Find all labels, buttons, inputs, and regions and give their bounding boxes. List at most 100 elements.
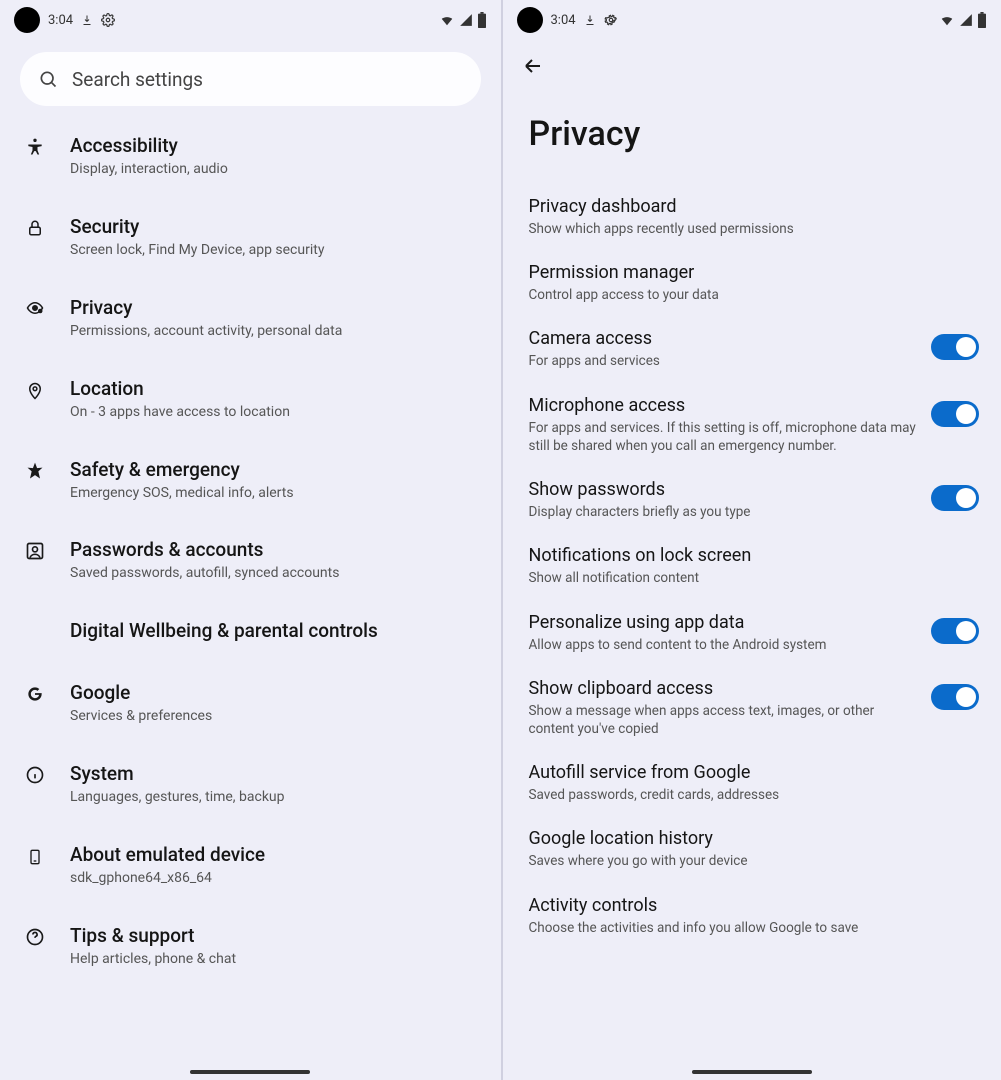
row-sub: sdk_gphone64_x86_64 <box>70 869 479 888</box>
search-placeholder: Search settings <box>72 68 203 91</box>
settings-item-passwords[interactable]: Passwords & accounts Saved passwords, au… <box>0 520 501 601</box>
accessibility-icon <box>22 134 48 157</box>
status-bar-left: 3:04 <box>0 0 501 40</box>
settings-item-accessibility[interactable]: Accessibility Display, interaction, audi… <box>0 116 501 197</box>
privacy-icon <box>22 296 48 317</box>
status-time: 3:04 <box>551 13 576 28</box>
row-title: Camera access <box>529 328 918 349</box>
download-icon <box>584 14 596 26</box>
row-sub: Services & preferences <box>70 707 479 726</box>
row-sub: Saved passwords, autofill, synced accoun… <box>70 564 479 583</box>
show-passwords-toggle[interactable] <box>931 485 979 511</box>
location-icon <box>22 377 48 402</box>
row-title: System <box>70 762 479 785</box>
row-sub: Languages, gestures, time, backup <box>70 788 479 807</box>
row-sub: Permissions, account activity, personal … <box>70 322 479 341</box>
row-title: Security <box>70 215 479 238</box>
nav-home-indicator[interactable] <box>190 1070 310 1074</box>
privacy-item-activity-controls[interactable]: Activity controls Choose the activities … <box>503 883 1001 949</box>
row-sub: Display, interaction, audio <box>70 160 479 179</box>
profile-avatar[interactable] <box>517 7 543 33</box>
settings-item-system[interactable]: System Languages, gestures, time, backup <box>0 744 501 825</box>
row-sub: Show all notification content <box>529 569 966 587</box>
row-title: Show clipboard access <box>529 678 918 699</box>
signal-icon <box>459 13 473 27</box>
nav-home-indicator[interactable] <box>692 1070 812 1074</box>
page-title: Privacy <box>503 84 1001 184</box>
row-title: Autofill service from Google <box>529 762 966 783</box>
row-title: Passwords & accounts <box>70 538 479 561</box>
profile-avatar[interactable] <box>14 7 40 33</box>
settings-item-google[interactable]: Google Services & preferences <box>0 663 501 744</box>
privacy-item-permission-manager[interactable]: Permission manager Control app access to… <box>503 250 1001 316</box>
phone-icon <box>22 843 48 868</box>
settings-item-security[interactable]: Security Screen lock, Find My Device, ap… <box>0 197 501 278</box>
row-title: Show passwords <box>529 479 918 500</box>
info-icon <box>22 762 48 785</box>
row-sub: Screen lock, Find My Device, app securit… <box>70 241 479 260</box>
privacy-item-microphone-access[interactable]: Microphone access For apps and services.… <box>503 383 1001 467</box>
gear-icon <box>101 13 115 27</box>
row-title: Safety & emergency <box>70 458 479 481</box>
clipboard-toggle[interactable] <box>931 684 979 710</box>
row-title: Permission manager <box>529 262 966 283</box>
search-settings-input[interactable]: Search settings <box>20 52 481 106</box>
lock-icon <box>22 215 48 238</box>
privacy-item-camera-access[interactable]: Camera access For apps and services <box>503 316 1001 382</box>
row-sub: Saved passwords, credit cards, addresses <box>529 786 966 804</box>
privacy-item-show-passwords[interactable]: Show passwords Display characters briefl… <box>503 467 1001 533</box>
settings-item-about[interactable]: About emulated device sdk_gphone64_x86_6… <box>0 825 501 906</box>
camera-access-toggle[interactable] <box>931 334 979 360</box>
status-bar-right: 3:04 <box>503 0 1001 40</box>
row-title: Location <box>70 377 479 400</box>
privacy-item-personalize[interactable]: Personalize using app data Allow apps to… <box>503 600 1001 666</box>
battery-icon <box>977 12 987 28</box>
row-sub: For apps and services. If this setting i… <box>529 419 918 455</box>
status-time: 3:04 <box>48 13 73 28</box>
row-title: About emulated device <box>70 843 479 866</box>
row-title: Accessibility <box>70 134 479 157</box>
row-sub: Show which apps recently used permission… <box>529 220 966 238</box>
privacy-screen: 3:04 Privacy Pr <box>501 0 1001 1080</box>
emergency-icon <box>22 458 48 481</box>
privacy-item-autofill[interactable]: Autofill service from Google Saved passw… <box>503 750 1001 816</box>
row-sub: Emergency SOS, medical info, alerts <box>70 484 479 503</box>
microphone-access-toggle[interactable] <box>931 401 979 427</box>
row-sub: Help articles, phone & chat <box>70 950 479 969</box>
settings-item-safety[interactable]: Safety & emergency Emergency SOS, medica… <box>0 440 501 521</box>
row-sub: On - 3 apps have access to location <box>70 403 479 422</box>
row-title: Personalize using app data <box>529 612 918 633</box>
row-title: Notifications on lock screen <box>529 545 966 566</box>
privacy-item-dashboard[interactable]: Privacy dashboard Show which apps recent… <box>503 184 1001 250</box>
row-sub: Control app access to your data <box>529 286 966 304</box>
settings-item-tips[interactable]: Tips & support Help articles, phone & ch… <box>0 906 501 987</box>
privacy-item-clipboard[interactable]: Show clipboard access Show a message whe… <box>503 666 1001 750</box>
personalize-toggle[interactable] <box>931 618 979 644</box>
row-title: Privacy dashboard <box>529 196 966 217</box>
privacy-item-lockscreen-notifications[interactable]: Notifications on lock screen Show all no… <box>503 533 1001 599</box>
wifi-icon <box>939 13 955 27</box>
battery-icon <box>477 12 487 28</box>
row-title: Google <box>70 681 479 704</box>
settings-item-location[interactable]: Location On - 3 apps have access to loca… <box>0 359 501 440</box>
row-sub: Allow apps to send content to the Androi… <box>529 636 918 654</box>
wifi-icon <box>439 13 455 27</box>
row-sub: For apps and services <box>529 352 918 370</box>
signal-icon <box>959 13 973 27</box>
row-sub: Choose the activities and info you allow… <box>529 919 966 937</box>
help-icon <box>22 924 48 947</box>
privacy-item-location-history[interactable]: Google location history Saves where you … <box>503 816 1001 882</box>
gear-icon <box>604 13 618 27</box>
row-title: Digital Wellbeing & parental controls <box>70 619 479 642</box>
google-icon <box>22 681 48 704</box>
settings-item-wellbeing[interactable]: Digital Wellbeing & parental controls <box>0 601 501 663</box>
settings-list[interactable]: Accessibility Display, interaction, audi… <box>0 116 501 1080</box>
settings-item-privacy[interactable]: Privacy Permissions, account activity, p… <box>0 278 501 359</box>
search-icon <box>38 69 58 89</box>
row-title: Google location history <box>529 828 966 849</box>
row-sub: Saves where you go with your device <box>529 852 966 870</box>
row-title: Privacy <box>70 296 479 319</box>
back-button[interactable] <box>521 54 984 78</box>
privacy-list[interactable]: Privacy dashboard Show which apps recent… <box>503 184 1001 1080</box>
row-sub: Show a message when apps access text, im… <box>529 702 918 738</box>
